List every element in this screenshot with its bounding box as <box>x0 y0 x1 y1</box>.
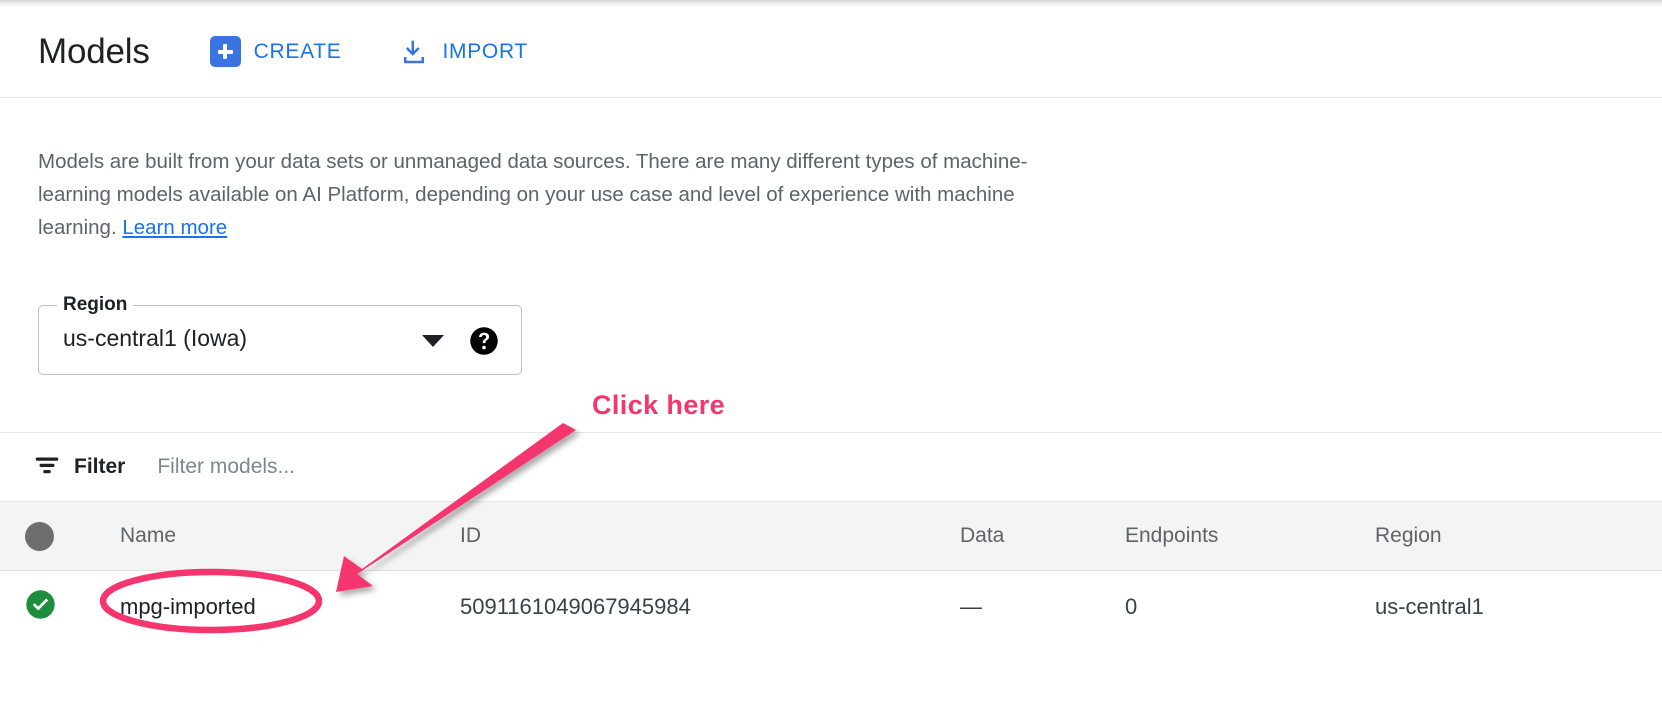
select-all-indicator-icon[interactable] <box>25 522 54 551</box>
plus-square-icon <box>210 36 241 67</box>
column-header-endpoints[interactable]: Endpoints <box>1125 524 1375 548</box>
models-table: Name ID Data Endpoints Region mpg-import… <box>0 501 1662 643</box>
column-header-region[interactable]: Region <box>1375 524 1655 548</box>
filter-bar: Filter <box>0 433 1662 501</box>
row-status-cell <box>0 589 120 625</box>
page-title: Models <box>38 34 150 69</box>
region-select[interactable]: Region us-central1 (Iowa) <box>38 305 522 375</box>
header-actions: CREATE IMPORT <box>200 30 576 73</box>
cell-model-endpoints: 0 <box>1125 594 1375 620</box>
table-row[interactable]: mpg-imported 5091161049067945984 — 0 us-… <box>0 571 1662 643</box>
page-header: Models CREATE IMPORT <box>0 6 1662 98</box>
callout-text: Click here <box>592 390 725 421</box>
create-button[interactable]: CREATE <box>200 30 352 73</box>
region-selected-value: us-central1 (Iowa) <box>63 325 247 352</box>
learn-more-link[interactable]: Learn more <box>122 216 227 239</box>
cell-model-name[interactable]: mpg-imported <box>120 594 460 620</box>
filter-input[interactable] <box>155 454 659 480</box>
cell-model-data: — <box>960 594 1125 620</box>
column-header-id[interactable]: ID <box>460 524 960 548</box>
column-header-data[interactable]: Data <box>960 524 1125 548</box>
page-description: Models are built from your data sets or … <box>38 145 1068 244</box>
green-check-circle-icon[interactable] <box>25 589 56 625</box>
download-import-icon <box>399 37 429 67</box>
create-button-label: CREATE <box>254 40 342 64</box>
chevron-down-icon[interactable] <box>422 335 444 347</box>
filter-label: Filter <box>74 455 125 479</box>
select-all-cell <box>0 522 120 551</box>
cell-model-region: us-central1 <box>1375 594 1655 620</box>
filter-icon[interactable] <box>0 450 62 485</box>
region-label: Region <box>57 294 133 316</box>
import-button-label: IMPORT <box>442 40 527 64</box>
import-button[interactable]: IMPORT <box>389 31 537 73</box>
cell-model-id: 5091161049067945984 <box>460 594 960 620</box>
column-header-name[interactable]: Name <box>120 524 460 548</box>
table-header-row: Name ID Data Endpoints Region <box>0 501 1662 571</box>
